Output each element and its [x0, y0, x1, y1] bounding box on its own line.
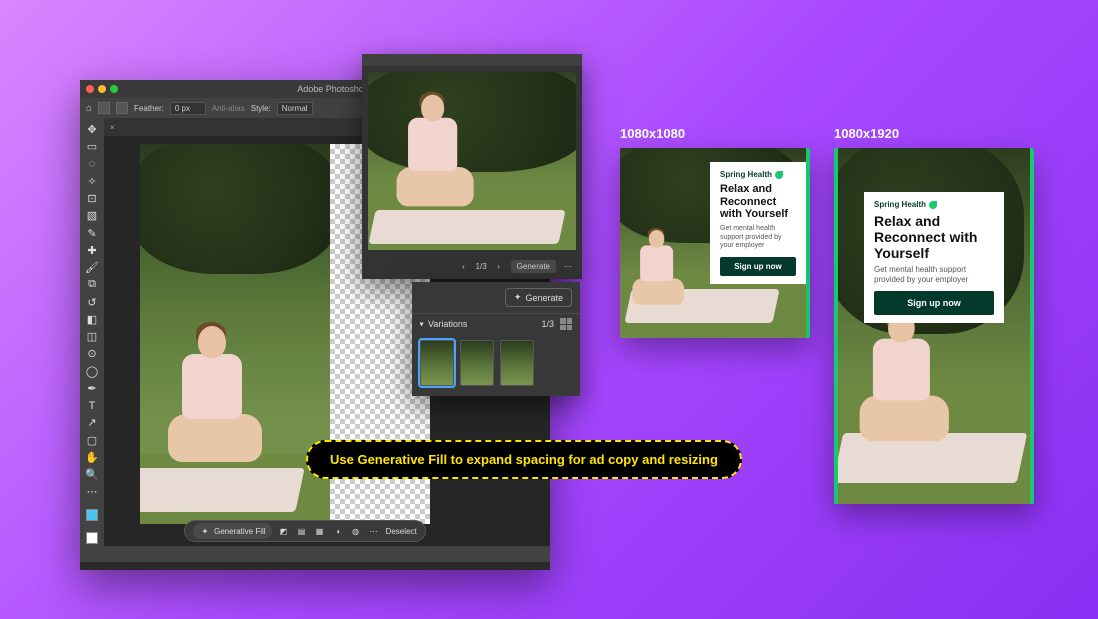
tool-palette: ✥ ▭ ◌ ✧ ⊡ ▧ ✎ ✚ 🖌 ⧉ ↺ ◧ ◫ ⊙ ◯ ✒ T ↗ ▢ ✋ … — [80, 118, 104, 546]
marquee-tool-icon[interactable] — [98, 102, 110, 114]
feather-label: Feather: — [134, 104, 164, 113]
home-icon[interactable]: ⌂ — [86, 103, 92, 114]
sparkle-icon: ✦ — [514, 292, 522, 303]
style-label: Style: — [251, 104, 271, 113]
ad-copy-card: Spring Health Relax and Reconnect with Y… — [710, 162, 806, 284]
heal-tool-icon[interactable]: ✚ — [82, 243, 102, 258]
panel-drag-handle[interactable] — [362, 54, 582, 66]
gradient-tool-icon[interactable]: ◫ — [82, 329, 102, 344]
variation-thumb-2[interactable] — [460, 340, 494, 386]
ad-copy-card: Spring Health Relax and Reconnect with Y… — [864, 192, 1004, 323]
canvas-photo — [140, 144, 330, 524]
prev-variation-icon[interactable]: ‹ — [458, 260, 470, 272]
mask-icon[interactable]: ◑ — [332, 525, 344, 537]
eyedropper-tool-icon[interactable]: ✎ — [82, 226, 102, 241]
chevron-down-icon[interactable]: ▸ — [418, 322, 427, 326]
stamp-tool-icon[interactable]: ⧉ — [82, 277, 102, 292]
bg-color-swatch[interactable] — [82, 531, 102, 546]
transform-icon[interactable]: ▦ — [314, 525, 326, 537]
style-select[interactable]: Normal — [277, 102, 313, 115]
remove-bg-icon[interactable]: ▤ — [296, 525, 308, 537]
brand-logo: Spring Health — [720, 170, 796, 179]
status-bar — [80, 546, 550, 562]
brand-logo: Spring Health — [874, 200, 994, 209]
leaf-icon — [929, 201, 937, 209]
signup-button[interactable]: Sign up now — [720, 257, 796, 276]
grid-view-icon[interactable] — [560, 318, 572, 330]
minimize-window-icon[interactable] — [98, 85, 106, 93]
variation-thumb-3[interactable] — [500, 340, 534, 386]
ad-subcopy: Get mental health support provided by yo… — [874, 265, 994, 285]
feather-input[interactable]: 0 px — [170, 102, 206, 115]
marquee-tool-icon[interactable]: ▭ — [82, 139, 102, 154]
more-icon[interactable]: ⋯ — [562, 260, 574, 272]
variation-thumb-1[interactable] — [420, 340, 454, 386]
fill-icon[interactable]: ◍ — [350, 525, 362, 537]
variation-count: 1/3 — [541, 319, 554, 329]
brush-tool-icon[interactable]: 🖌 — [82, 260, 102, 275]
variations-label: Variations — [428, 319, 467, 329]
next-variation-icon[interactable]: › — [493, 260, 505, 272]
pen-tool-icon[interactable]: ✒ — [82, 381, 102, 396]
zoom-tool-icon[interactable]: 🔍 — [82, 467, 102, 482]
maximize-window-icon[interactable] — [110, 85, 118, 93]
ad-headline: Relax and Reconnect with Yourself — [720, 183, 796, 221]
sparkle-icon: ✦ — [199, 525, 211, 537]
marquee-mode-icon[interactable] — [116, 102, 128, 114]
path-tool-icon[interactable]: ↗ — [82, 415, 102, 430]
preview-image — [368, 72, 576, 250]
ad-preview-square: Spring Health Relax and Reconnect with Y… — [620, 148, 810, 338]
ad-size-label-square: 1080x1080 — [620, 126, 685, 141]
options-tool-icon[interactable]: ⋯ — [82, 484, 102, 499]
generative-fill-button[interactable]: ✦ Generative Fill — [193, 523, 272, 539]
variations-panel: ✦ Generate ▸ Variations 1/3 — [412, 282, 580, 396]
signup-button[interactable]: Sign up now — [874, 291, 994, 315]
blur-tool-icon[interactable]: ⊙ — [82, 346, 102, 361]
instruction-callout: Use Generative Fill to expand spacing fo… — [306, 440, 742, 479]
lasso-tool-icon[interactable]: ◌ — [82, 157, 102, 172]
select-subject-icon[interactable]: ◩ — [278, 525, 290, 537]
antialias-label: Anti-alias — [212, 104, 245, 113]
move-tool-icon[interactable]: ✥ — [82, 122, 102, 137]
ad-headline: Relax and Reconnect with Yourself — [874, 213, 994, 261]
hand-tool-icon[interactable]: ✋ — [82, 450, 102, 465]
contextual-task-bar: ✦ Generative Fill ◩ ▤ ▦ ◑ ◍ ⋯ Deselect — [184, 520, 426, 542]
ad-preview-story: Spring Health Relax and Reconnect with Y… — [834, 148, 1034, 504]
leaf-icon — [775, 171, 783, 179]
close-window-icon[interactable] — [86, 85, 94, 93]
more-icon[interactable]: ⋯ — [368, 525, 380, 537]
history-brush-icon[interactable]: ↺ — [82, 295, 102, 310]
crop-tool-icon[interactable]: ⊡ — [82, 191, 102, 206]
color-swatch[interactable] — [82, 508, 102, 523]
frame-tool-icon[interactable]: ▧ — [82, 208, 102, 223]
variation-count: 1/3 — [476, 262, 487, 271]
ad-subcopy: Get mental health support provided by yo… — [720, 225, 796, 251]
generated-preview-panel: ‹ 1/3 › Generate ⋯ — [362, 54, 582, 279]
deselect-button[interactable]: Deselect — [386, 527, 417, 536]
ad-size-label-story: 1080x1920 — [834, 126, 899, 141]
shape-tool-icon[interactable]: ▢ — [82, 433, 102, 448]
generate-button-small[interactable]: Generate — [511, 260, 556, 273]
eraser-tool-icon[interactable]: ◧ — [82, 312, 102, 327]
dodge-tool-icon[interactable]: ◯ — [82, 364, 102, 379]
generate-button[interactable]: ✦ Generate — [505, 288, 572, 307]
wand-tool-icon[interactable]: ✧ — [82, 174, 102, 189]
type-tool-icon[interactable]: T — [82, 398, 102, 413]
